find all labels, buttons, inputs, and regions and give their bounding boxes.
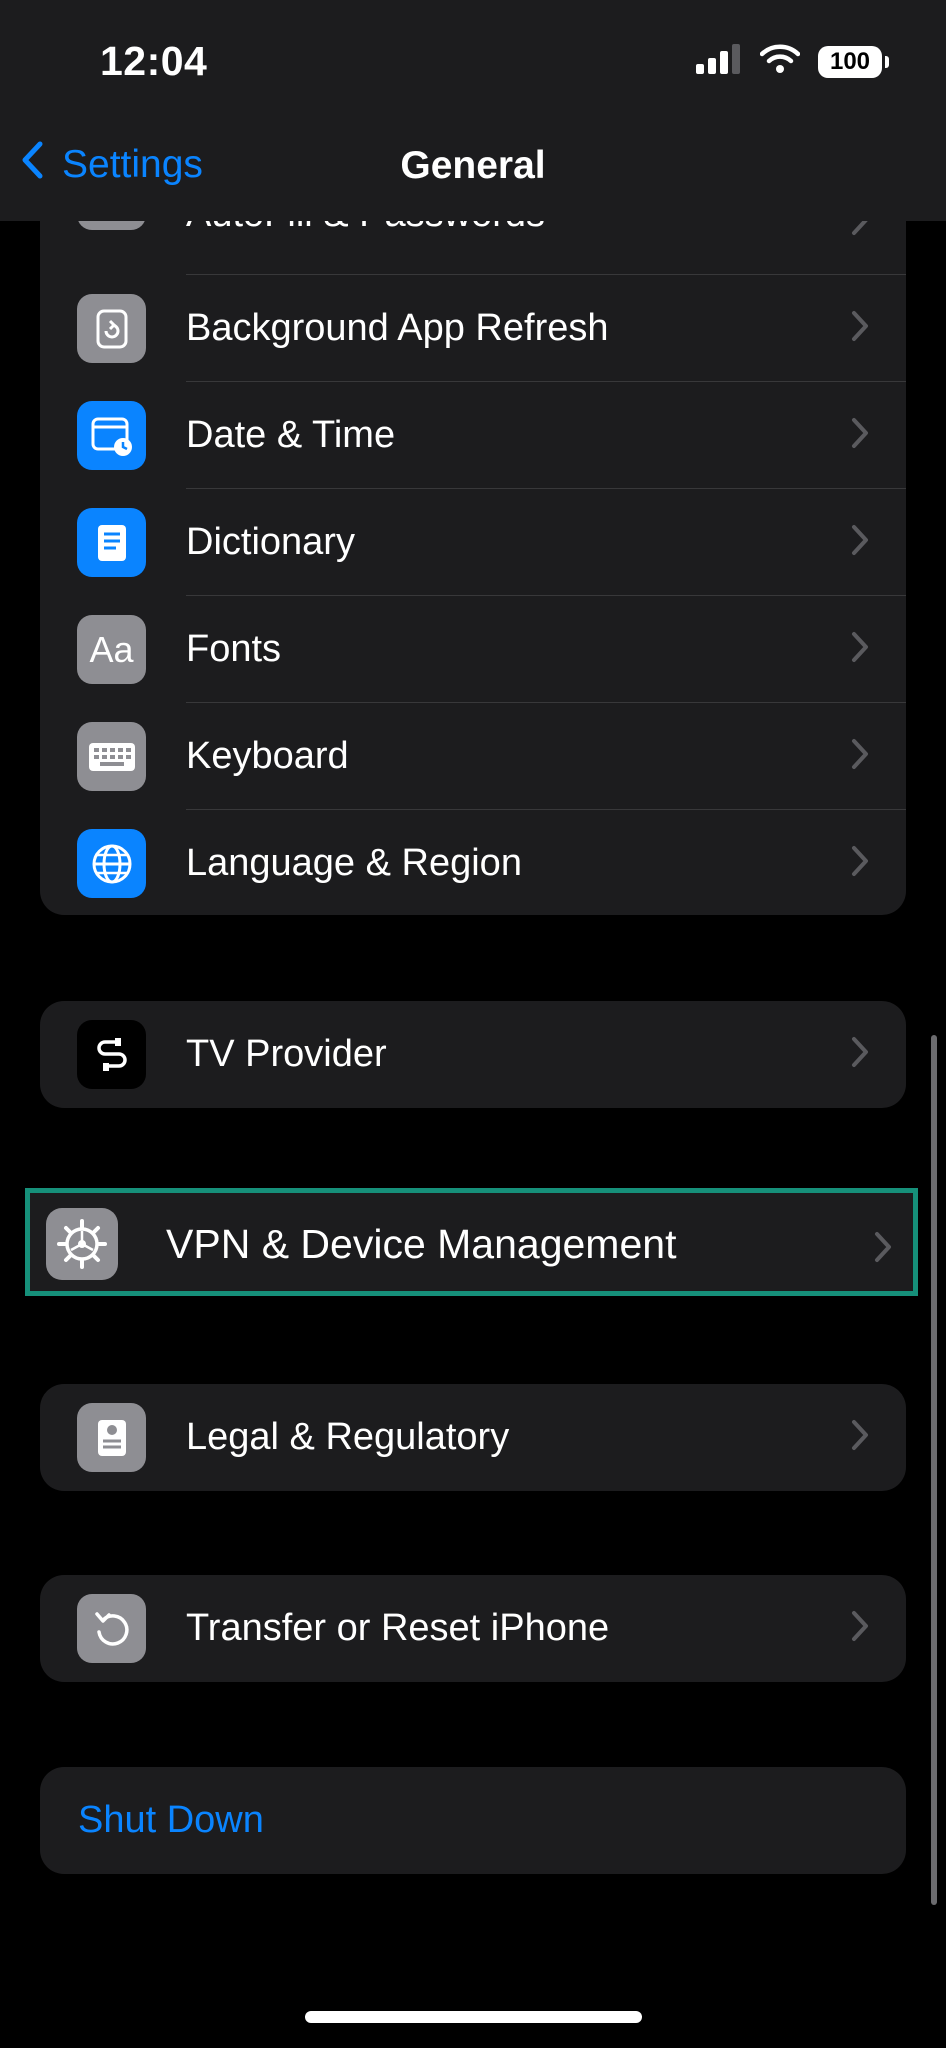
row-language-region[interactable]: Language & Region [40, 810, 906, 917]
row-vpn-device-management[interactable]: VPN & Device Management [25, 1188, 918, 1296]
row-label: Transfer or Reset iPhone [186, 1607, 610, 1649]
row-background-app-refresh[interactable]: Background App Refresh [40, 275, 906, 382]
row-label: VPN & Device Management [166, 1221, 677, 1267]
home-indicator[interactable] [305, 2011, 642, 2023]
page-title: General [400, 144, 546, 187]
tv-provider-group: TV Provider [40, 1001, 906, 1108]
row-label: Date & Time [186, 414, 396, 456]
cellular-signal-icon [696, 44, 742, 79]
status-time: 12:04 [100, 38, 208, 84]
shut-down-button[interactable]: Shut Down [40, 1767, 906, 1874]
background-refresh-icon [77, 294, 146, 363]
reset-arrow-icon [77, 1594, 146, 1663]
gear-icon [46, 1208, 118, 1280]
chevron-right-icon [850, 416, 870, 455]
row-label: Fonts [186, 628, 282, 670]
row-label: Dictionary [186, 521, 355, 563]
fonts-icon: Aa [77, 615, 146, 684]
row-legal-regulatory[interactable]: Legal & Regulatory [40, 1384, 906, 1491]
chevron-right-icon [850, 523, 870, 562]
globe-icon [77, 829, 146, 898]
battery-icon: 100 [818, 45, 889, 78]
status-icons: 100 [696, 44, 889, 79]
tv-provider-icon [77, 1020, 146, 1089]
shutdown-group: Shut Down [40, 1767, 906, 1874]
row-date-time[interactable]: Date & Time [40, 382, 906, 489]
shut-down-label: Shut Down [78, 1799, 264, 1841]
legal-group: Legal & Regulatory [40, 1384, 906, 1491]
row-transfer-reset-iphone[interactable]: Transfer or Reset iPhone [40, 1575, 906, 1682]
chevron-right-icon [850, 1418, 870, 1457]
scrollbar[interactable] [931, 1035, 937, 1905]
chevron-right-icon [850, 1035, 870, 1074]
chevron-right-icon [850, 630, 870, 669]
chevron-right-icon [850, 1609, 870, 1648]
chevron-right-icon [873, 1230, 893, 1269]
general-settings-group: AutoFill & Passwords Background App Refr… [40, 115, 906, 915]
row-label: Background App Refresh [186, 307, 609, 349]
row-keyboard[interactable]: Keyboard [40, 703, 906, 810]
keyboard-icon [77, 722, 146, 791]
legal-document-icon [77, 1403, 146, 1472]
row-label: Legal & Regulatory [186, 1416, 510, 1458]
book-icon [77, 508, 146, 577]
row-label: Language & Region [186, 842, 522, 884]
row-fonts[interactable]: Aa Fonts [40, 596, 906, 703]
chevron-right-icon [850, 844, 870, 883]
chevron-right-icon [850, 737, 870, 776]
chevron-right-icon [850, 309, 870, 348]
row-label: Keyboard [186, 735, 349, 777]
row-tv-provider[interactable]: TV Provider [40, 1001, 906, 1108]
calendar-clock-icon [77, 401, 146, 470]
transfer-group: Transfer or Reset iPhone [40, 1575, 906, 1682]
row-label: TV Provider [186, 1033, 387, 1075]
navigation-bar: 12:04 100 Settings General [0, 0, 946, 221]
wifi-icon [759, 44, 801, 79]
row-dictionary[interactable]: Dictionary [40, 489, 906, 596]
